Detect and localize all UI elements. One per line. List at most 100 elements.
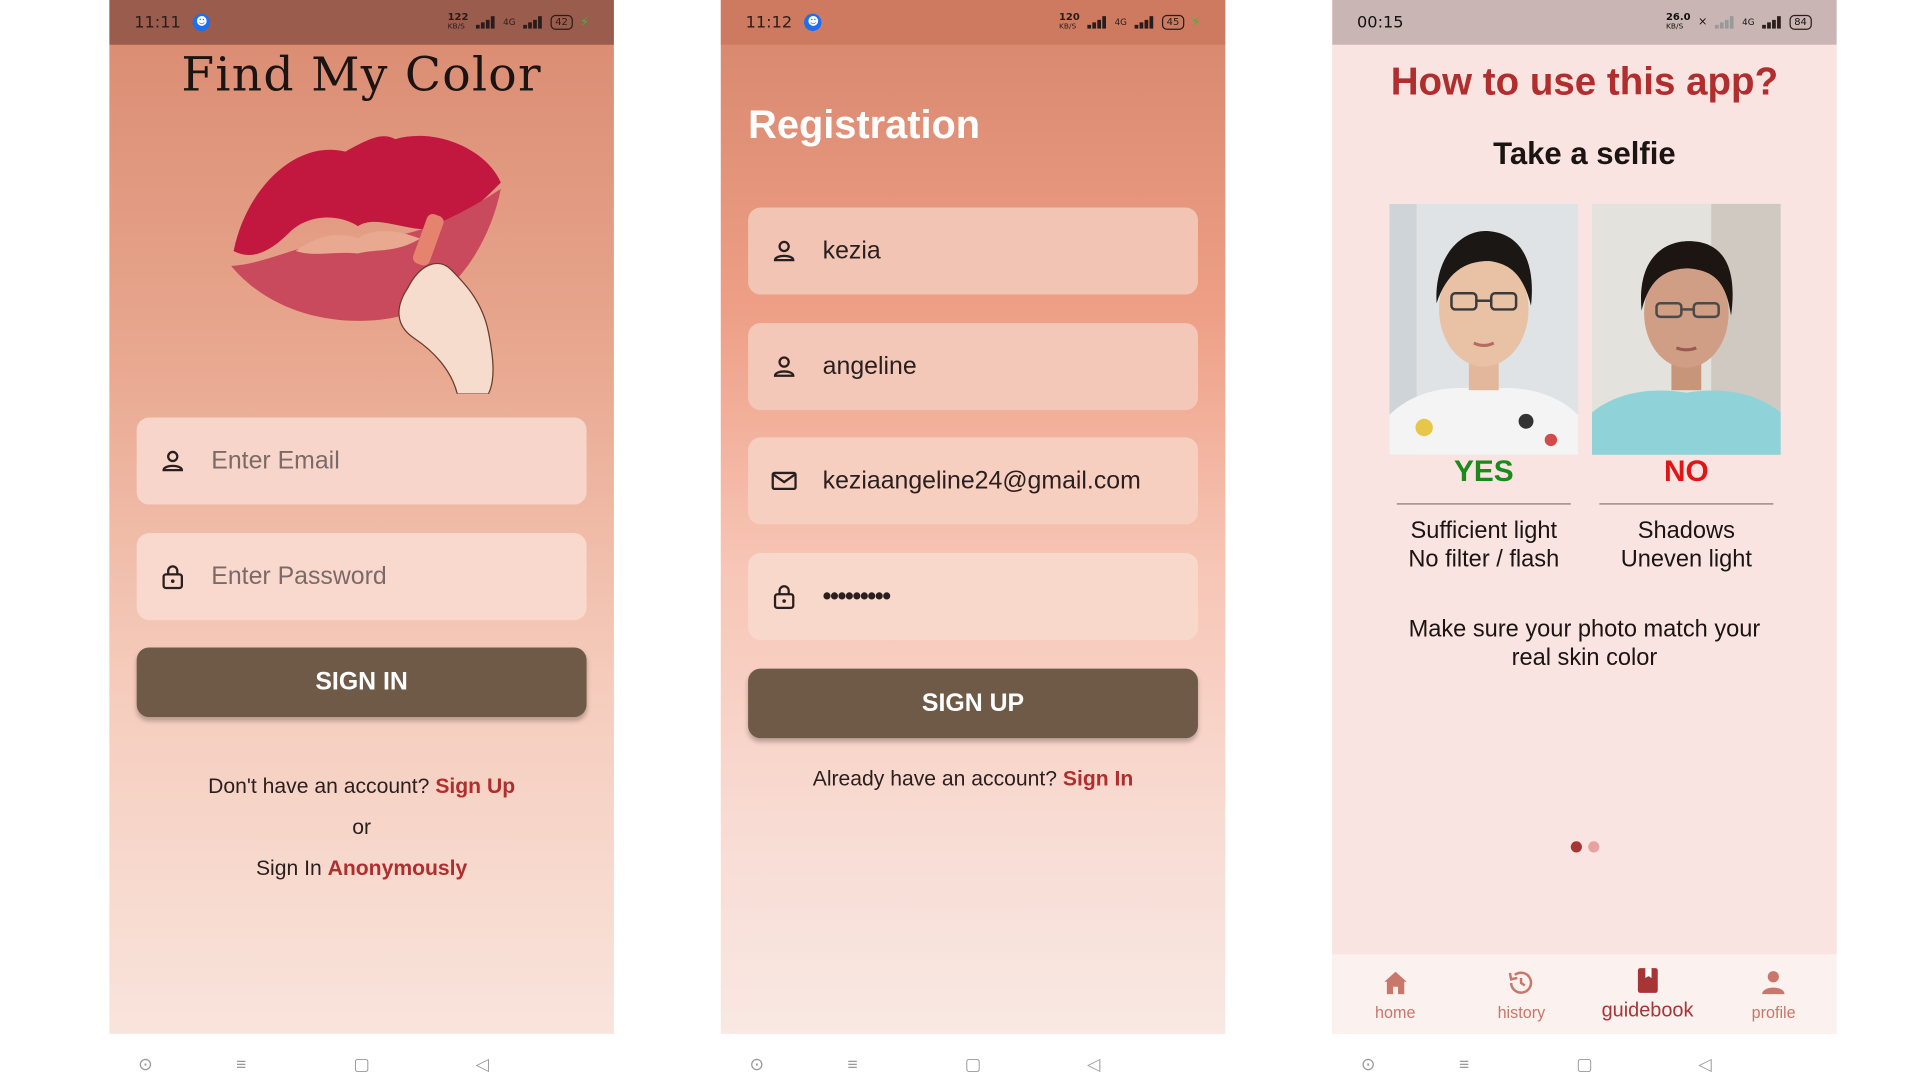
yes-divider [1396,503,1571,505]
registration-screen: 11:12 ☻ 120 KB/S 4G 45 ⚡ Registration ke… [720,0,1226,1034]
home-square-icon[interactable]: ▢ [963,1054,983,1074]
yes-caption-line2: No filter / flash [1408,546,1560,573]
profile-icon [1762,970,1785,994]
nav-history[interactable]: history [1458,954,1584,1034]
skin-color-note: Make sure your photo match your real ski… [1382,615,1787,672]
notification-app-icon: ☻ [804,13,823,32]
back-icon[interactable]: ◁ [1695,1054,1715,1074]
nav-home-label: home [1375,1002,1416,1021]
person-icon [159,447,186,474]
nav-profile-label: profile [1751,1002,1796,1021]
status-right: 122 KB/S 4G 42 ⚡ [448,12,589,32]
battery-icon: 84 [1789,14,1812,30]
note-line2: real skin color [1511,644,1658,672]
nav-profile[interactable]: profile [1711,954,1837,1034]
page-indicator [1570,841,1600,853]
charging-icon: ⚡ [580,15,590,30]
network-type: 4G [503,17,516,28]
app-title: Find My Color [181,47,542,102]
page-dot-active[interactable] [1570,841,1582,853]
assistant-icon[interactable]: ⊙ [135,1054,155,1074]
person-icon [770,237,797,264]
network-speed: 120 KB/S [1059,11,1080,32]
guide-subheading: Take a selfie [1493,136,1676,172]
network-type: 4G [1114,17,1127,28]
signal-icon [1087,16,1107,29]
sign-up-link[interactable]: Sign Up [435,774,515,798]
yes-caption: Sufficient light No filter / flash [1389,517,1578,574]
page-dot[interactable] [1588,841,1600,853]
sign-in-screen: 11:11 ☻ 122 KB/S 4G 42 ⚡ Find My Color E… [109,0,614,1034]
network-type: 4G [1742,17,1755,28]
phone-guidebook: 00:15 26.0 KB/S × 4G 84 How to use this a… [1332,0,1837,1080]
person-icon [770,353,797,380]
lock-icon [159,563,186,590]
last-name-field[interactable]: angeline [748,323,1198,411]
password-placeholder: Enter Password [211,562,387,590]
charging-icon: ⚡ [1191,15,1201,30]
phone-registration: 11:12 ☻ 120 KB/S 4G 45 ⚡ Registration ke… [720,0,1226,1080]
password-value: ••••••••• [822,582,891,610]
menu-icon[interactable]: ≡ [1454,1054,1474,1074]
have-account-text: Already have an account? [812,766,1058,791]
sign-in-text: Sign In [255,856,322,880]
notification-app-icon: ☻ [193,13,211,32]
email-field[interactable]: Enter Email [136,417,587,505]
guidebook-screen: 00:15 26.0 KB/S × 4G 84 How to use this a… [1332,0,1837,1034]
signal-icon-2 [1134,16,1154,29]
book-icon [1637,968,1658,993]
no-label: NO [1663,454,1709,489]
status-time: 00:15 [1357,13,1404,32]
yes-caption-line1: Sufficient light [1410,518,1558,545]
good-selfie-photo [1389,203,1579,455]
anonymously-link[interactable]: Anonymously [328,856,468,880]
signin-prompt: Already have an account? Sign In [721,767,1226,792]
last-name-value: angeline [822,352,917,380]
status-bar: 00:15 26.0 KB/S × 4G 84 [1332,0,1837,45]
bad-selfie-photo [1591,203,1781,455]
system-nav-bar: ⊙ ≡ ▢ ◁ [720,1033,1226,1080]
no-caption-line1: Shadows [1637,518,1735,545]
menu-icon[interactable]: ≡ [231,1054,251,1074]
home-square-icon[interactable]: ▢ [1575,1054,1595,1074]
assistant-icon[interactable]: ⊙ [1358,1054,1378,1074]
lock-icon [770,583,797,610]
sign-up-button[interactable]: SIGN UP [748,668,1198,739]
guide-heading: How to use this app? [1390,59,1779,104]
signup-prompt: Don't have an account? Sign Up [109,774,614,799]
status-bar: 11:12 ☻ 120 KB/S 4G 45 ⚡ [720,0,1226,45]
page-title: Registration [748,101,981,147]
system-nav-bar: ⊙ ≡ ▢ ◁ [1332,1033,1837,1080]
no-account-text: Don't have an account? [208,774,430,798]
password-field[interactable]: Enter Password [136,533,587,621]
system-nav-bar: ⊙ ≡ ▢ ◁ [109,1033,614,1080]
menu-icon[interactable]: ≡ [843,1054,863,1074]
no-signal-icon: × [1697,16,1708,29]
status-time: 11:12 [745,13,793,32]
assistant-icon[interactable]: ⊙ [747,1054,767,1074]
battery-icon: 42 [550,14,573,30]
status-right: 26.0 KB/S × 4G 84 [1666,12,1812,32]
sign-in-link[interactable]: Sign In [1063,767,1133,791]
mail-icon [770,467,797,494]
anonymous-prompt: Sign In Anonymously [109,856,614,881]
nav-history-label: history [1497,1002,1546,1021]
email-field[interactable]: keziaangeline24@gmail.com [748,437,1198,525]
password-field[interactable]: ••••••••• [748,553,1198,640]
screenshots-stage: 11:11 ☻ 122 KB/S 4G 42 ⚡ Find My Color E… [0,0,1920,1080]
first-name-field[interactable]: kezia [748,207,1198,295]
back-icon[interactable]: ◁ [472,1054,492,1074]
sign-in-button[interactable]: SIGN IN [136,647,587,718]
network-speed: 122 KB/S [447,11,469,32]
phone-sign-in: 11:11 ☻ 122 KB/S 4G 42 ⚡ Find My Color E… [109,0,614,1080]
home-square-icon[interactable]: ▢ [352,1054,372,1074]
signal-icon [1714,16,1735,29]
battery-icon: 45 [1161,14,1185,30]
home-icon [1384,971,1407,994]
lips-illustration [231,135,501,394]
no-caption-line2: Uneven light [1620,546,1752,573]
back-icon[interactable]: ◁ [1084,1054,1104,1074]
bottom-navigation: home history guidebook profile [1332,954,1837,1034]
nav-guidebook[interactable]: guidebook [1584,954,1710,1034]
nav-home[interactable]: home [1332,954,1458,1034]
